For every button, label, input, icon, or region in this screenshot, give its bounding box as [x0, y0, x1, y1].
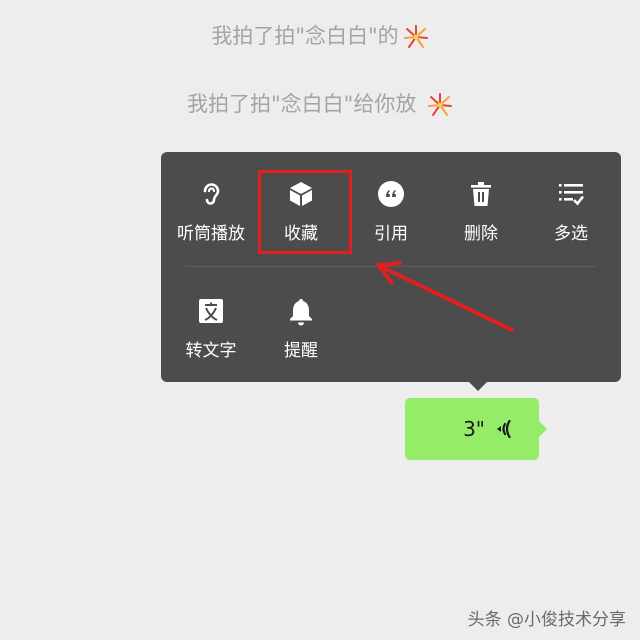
- menu-item-remind[interactable]: 提醒: [256, 274, 346, 364]
- quote-icon: [378, 181, 404, 207]
- system-message-pat-2: 我拍了拍"念白白"给你放: [0, 88, 640, 118]
- menu-item-label: 转文字: [185, 341, 237, 361]
- bell-icon: [290, 299, 312, 326]
- voice-message-bubble[interactable]: 3": [405, 398, 547, 460]
- multi-select-icon: [559, 184, 585, 206]
- chat-screen: 我拍了拍"念白白"的 我拍了拍"念白白"给你放 听筒播放 收藏 引用 删除 多选…: [0, 0, 640, 640]
- menu-divider: [186, 266, 596, 267]
- watermark: 头条 @小俊技术分享: [467, 610, 626, 630]
- system-message-pat-1: 我拍了拍"念白白"的: [0, 20, 640, 50]
- voice-duration: 3": [463, 417, 485, 441]
- voice-wave-icon: [497, 419, 511, 439]
- menu-item-label: 听筒播放: [177, 224, 245, 244]
- text-convert-icon: [199, 299, 223, 323]
- menu-item-label: 删除: [464, 224, 498, 244]
- menu-item-label: 多选: [554, 224, 588, 244]
- menu-item-convert-to-text[interactable]: 转文字: [166, 274, 256, 364]
- system-message-text: 我拍了拍"念白白"给你放: [187, 92, 423, 116]
- highlight-favorite-box: [258, 170, 352, 254]
- trash-icon: [471, 182, 491, 206]
- menu-item-earpiece-play[interactable]: 听筒播放: [166, 157, 256, 247]
- menu-item-multi-select[interactable]: 多选: [526, 157, 616, 247]
- system-message-text: 我拍了拍"念白白"的: [211, 24, 399, 48]
- menu-item-label: 提醒: [284, 341, 318, 361]
- ear-icon: [203, 183, 220, 205]
- firework-icon: [403, 25, 428, 48]
- firework-icon: [428, 93, 452, 116]
- menu-item-quote[interactable]: 引用: [346, 157, 436, 247]
- menu-item-delete[interactable]: 删除: [436, 157, 526, 247]
- context-menu-pointer: [469, 382, 487, 391]
- menu-item-label: 引用: [374, 224, 408, 244]
